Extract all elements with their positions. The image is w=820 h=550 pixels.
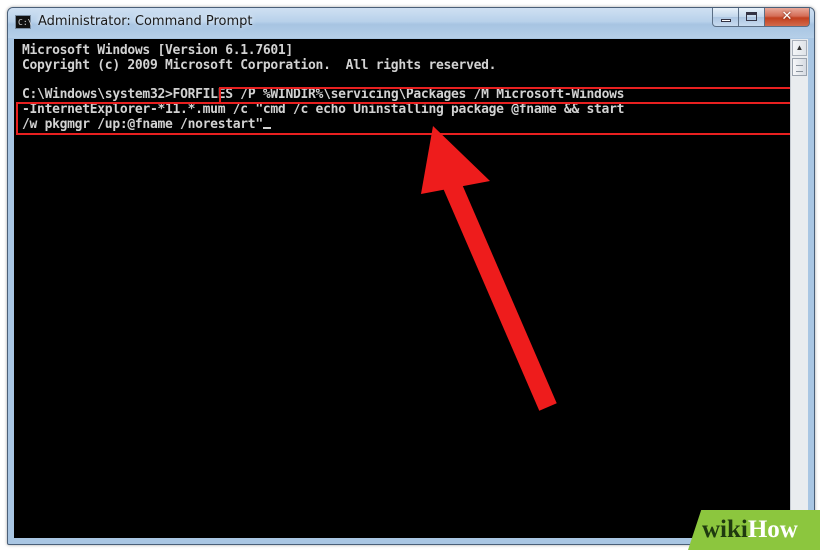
console-line-copyright: Copyright (c) 2009 Microsoft Corporation… (22, 58, 497, 73)
command-prompt-window: C:\ Administrator: Command Prompt ✕ Micr… (7, 7, 815, 545)
console-line-command: C:\Windows\system32>FORFILES /P %WINDIR%… (22, 88, 624, 102)
command-text: FORFILES /P %WINDIR%\servicing\Packages … (172, 87, 625, 102)
console-line-version: Microsoft Windows [Version 6.1.7601] (22, 43, 293, 58)
console-prompt: C:\Windows\system32> (22, 87, 173, 102)
minimize-button[interactable] (712, 8, 739, 27)
command-text-end: /w pkgmgr /up:@fname /norestart" (22, 117, 263, 132)
watermark-how: How (747, 516, 798, 543)
watermark-wiki: wiki (702, 516, 748, 543)
maximize-button[interactable] (739, 8, 765, 27)
scroll-up-button[interactable]: ▲ (792, 40, 807, 56)
close-button[interactable]: ✕ (765, 8, 810, 27)
wikihow-watermark: wikiHow (688, 510, 820, 550)
console-output[interactable]: Microsoft Windows [Version 6.1.7601] Cop… (14, 39, 790, 538)
caption-buttons: ✕ (712, 8, 810, 27)
console-line-command-2: -InternetExplorer-*11.*.mum /c "cmd /c e… (22, 102, 625, 117)
cmd-app-icon[interactable]: C:\ (15, 15, 32, 29)
scroll-thumb[interactable] (792, 58, 807, 76)
console-line-command-3: /w pkgmgr /up:@fname /norestart" (22, 118, 271, 132)
close-icon: ✕ (781, 9, 793, 24)
title-bar[interactable]: C:\ Administrator: Command Prompt ✕ (8, 8, 814, 38)
watermark-text: wikiHow (702, 516, 798, 544)
vertical-scrollbar[interactable]: ▲ (790, 39, 808, 538)
window-title: Administrator: Command Prompt (38, 14, 253, 29)
text-cursor (262, 127, 271, 129)
